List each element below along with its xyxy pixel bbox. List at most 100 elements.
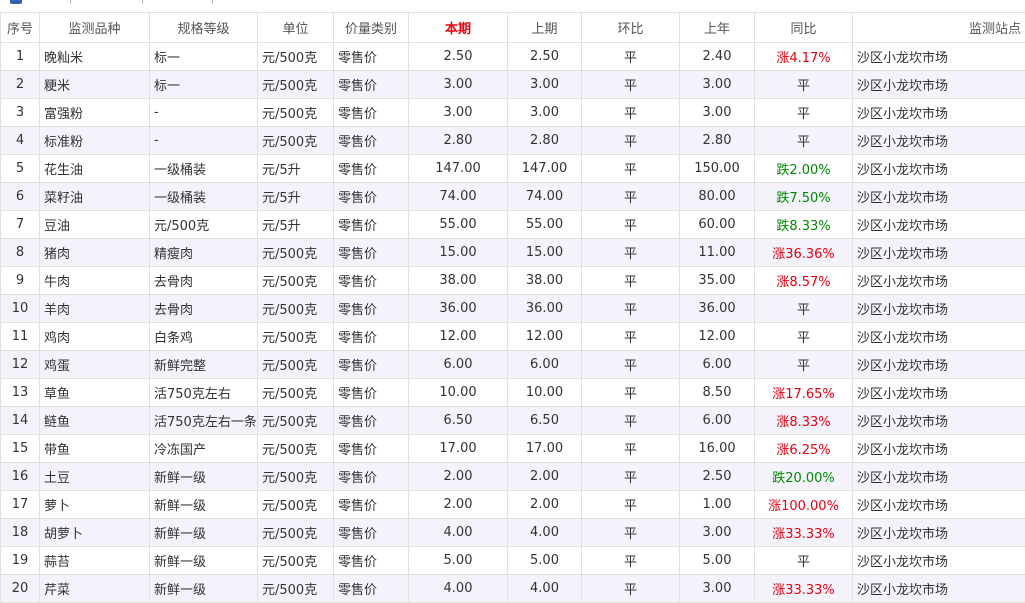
cell-index: 13: [1, 379, 40, 407]
cell-unit: 元/500克: [258, 379, 334, 407]
cell-station: 沙区小龙坎市场: [853, 99, 1025, 127]
cell-current: 3.00: [409, 99, 508, 127]
column-header-previous[interactable]: 上期: [508, 13, 582, 43]
table-row[interactable]: 19蒜苔新鲜一级元/500克零售价5.005.00平5.00平沙区小龙坎市场: [1, 547, 1025, 575]
cell-unit: 元/500克: [258, 295, 334, 323]
cell-item: 花生油: [40, 155, 150, 183]
table-row[interactable]: 17萝卜新鲜一级元/500克零售价2.002.00平1.00涨100.00%沙区…: [1, 491, 1025, 519]
table-row[interactable]: 8猪肉精瘦肉元/500克零售价15.0015.00平11.00涨36.36%沙区…: [1, 239, 1025, 267]
table-body: 1晚籼米标一元/500克零售价2.502.50平2.40涨4.17%沙区小龙坎市…: [1, 43, 1025, 603]
column-header-yoy[interactable]: 同比: [755, 13, 853, 43]
table-row[interactable]: 1晚籼米标一元/500克零售价2.502.50平2.40涨4.17%沙区小龙坎市…: [1, 43, 1025, 71]
cell-mom: 平: [582, 239, 680, 267]
cell-current: 147.00: [409, 155, 508, 183]
cell-last-year: 35.00: [680, 267, 755, 295]
toolbar-divider: [212, 0, 213, 4]
cell-last-year: 11.00: [680, 239, 755, 267]
cell-spec: 标一: [150, 71, 258, 99]
cell-spec: 一级桶装: [150, 183, 258, 211]
cell-index: 3: [1, 99, 40, 127]
column-header-spec[interactable]: 规格等级: [150, 13, 258, 43]
cell-mom: 平: [582, 323, 680, 351]
cell-station: 沙区小龙坎市场: [853, 267, 1025, 295]
table-row[interactable]: 15带鱼冷冻国产元/500克零售价17.0017.00平16.00涨6.25%沙…: [1, 435, 1025, 463]
cell-current: 2.00: [409, 491, 508, 519]
cell-last-year: 8.50: [680, 379, 755, 407]
cell-yoy: 涨6.25%: [755, 435, 853, 463]
cell-spec: 一级桶装: [150, 155, 258, 183]
cell-index: 10: [1, 295, 40, 323]
cell-item: 芹菜: [40, 575, 150, 603]
cell-mom: 平: [582, 351, 680, 379]
cell-mom: 平: [582, 183, 680, 211]
column-header-unit[interactable]: 单位: [258, 13, 334, 43]
cell-unit: 元/5升: [258, 211, 334, 239]
column-header-station[interactable]: 监测站点: [853, 13, 1025, 43]
top-toolbar-cropped: [0, 0, 1025, 12]
cell-item: 富强粉: [40, 99, 150, 127]
cell-mom: 平: [582, 435, 680, 463]
column-header-last-year[interactable]: 上年: [680, 13, 755, 43]
cell-yoy: 平: [755, 127, 853, 155]
cell-station: 沙区小龙坎市场: [853, 379, 1025, 407]
table-row[interactable]: 16土豆新鲜一级元/500克零售价2.002.00平2.50跌20.00%沙区小…: [1, 463, 1025, 491]
table-row[interactable]: 11鸡肉白条鸡元/500克零售价12.0012.00平12.00平沙区小龙坎市场: [1, 323, 1025, 351]
cell-spec: -: [150, 127, 258, 155]
cell-spec: 元/500克: [150, 211, 258, 239]
column-header-index[interactable]: 序号: [1, 13, 40, 43]
table-row[interactable]: 9牛肉去骨肉元/500克零售价38.0038.00平35.00涨8.57%沙区小…: [1, 267, 1025, 295]
cell-unit: 元/500克: [258, 71, 334, 99]
cell-previous: 3.00: [508, 99, 582, 127]
table-row[interactable]: 10羊肉去骨肉元/500克零售价36.0036.00平36.00平沙区小龙坎市场: [1, 295, 1025, 323]
table-row[interactable]: 12鸡蛋新鲜完整元/500克零售价6.006.00平6.00平沙区小龙坎市场: [1, 351, 1025, 379]
cell-station: 沙区小龙坎市场: [853, 155, 1025, 183]
table-row[interactable]: 14鲢鱼活750克左右一条元/500克零售价6.506.50平6.00涨8.33…: [1, 407, 1025, 435]
cell-mom: 平: [582, 295, 680, 323]
cell-station: 沙区小龙坎市场: [853, 323, 1025, 351]
table-row[interactable]: 2粳米标一元/500克零售价3.003.00平3.00平沙区小龙坎市场: [1, 71, 1025, 99]
toolbar-divider: [70, 0, 71, 4]
table-row[interactable]: 13草鱼活750克左右元/500克零售价10.0010.00平8.50涨17.6…: [1, 379, 1025, 407]
cell-price-type: 零售价: [334, 575, 409, 603]
cell-spec: 新鲜完整: [150, 351, 258, 379]
cell-price-type: 零售价: [334, 463, 409, 491]
cell-yoy: 涨17.65%: [755, 379, 853, 407]
cell-item: 带鱼: [40, 435, 150, 463]
table-row[interactable]: 6菜籽油一级桶装元/5升零售价74.0074.00平80.00跌7.50%沙区小…: [1, 183, 1025, 211]
cell-yoy: 跌7.50%: [755, 183, 853, 211]
cell-price-type: 零售价: [334, 519, 409, 547]
cell-unit: 元/500克: [258, 407, 334, 435]
cell-index: 8: [1, 239, 40, 267]
cell-item: 鸡肉: [40, 323, 150, 351]
cell-mom: 平: [582, 547, 680, 575]
cell-previous: 2.80: [508, 127, 582, 155]
cell-last-year: 80.00: [680, 183, 755, 211]
table-row[interactable]: 3富强粉-元/500克零售价3.003.00平3.00平沙区小龙坎市场: [1, 99, 1025, 127]
cell-price-type: 零售价: [334, 379, 409, 407]
cell-price-type: 零售价: [334, 155, 409, 183]
cell-index: 12: [1, 351, 40, 379]
cell-yoy: 涨100.00%: [755, 491, 853, 519]
cell-yoy: 跌20.00%: [755, 463, 853, 491]
table-header-row: 序号 监测品种 规格等级 单位 价量类别 本期 上期 环比 上年 同比 监测站点: [1, 13, 1025, 43]
cell-current: 55.00: [409, 211, 508, 239]
cell-last-year: 6.00: [680, 351, 755, 379]
cell-station: 沙区小龙坎市场: [853, 519, 1025, 547]
cell-current: 12.00: [409, 323, 508, 351]
table-row[interactable]: 18胡萝卜新鲜一级元/500克零售价4.004.00平3.00涨33.33%沙区…: [1, 519, 1025, 547]
column-header-item[interactable]: 监测品种: [40, 13, 150, 43]
column-header-mom[interactable]: 环比: [582, 13, 680, 43]
table-row[interactable]: 20芹菜新鲜一级元/500克零售价4.004.00平3.00涨33.33%沙区小…: [1, 575, 1025, 603]
cell-price-type: 零售价: [334, 211, 409, 239]
cell-last-year: 5.00: [680, 547, 755, 575]
table-row[interactable]: 4标准粉-元/500克零售价2.802.80平2.80平沙区小龙坎市场: [1, 127, 1025, 155]
column-header-price-type[interactable]: 价量类别: [334, 13, 409, 43]
cell-price-type: 零售价: [334, 267, 409, 295]
cell-previous: 4.00: [508, 575, 582, 603]
table-row[interactable]: 5花生油一级桶装元/5升零售价147.00147.00平150.00跌2.00%…: [1, 155, 1025, 183]
table-row[interactable]: 7豆油元/500克元/5升零售价55.0055.00平60.00跌8.33%沙区…: [1, 211, 1025, 239]
cell-station: 沙区小龙坎市场: [853, 407, 1025, 435]
column-header-current[interactable]: 本期: [409, 13, 508, 43]
cell-index: 14: [1, 407, 40, 435]
cell-current: 6.50: [409, 407, 508, 435]
